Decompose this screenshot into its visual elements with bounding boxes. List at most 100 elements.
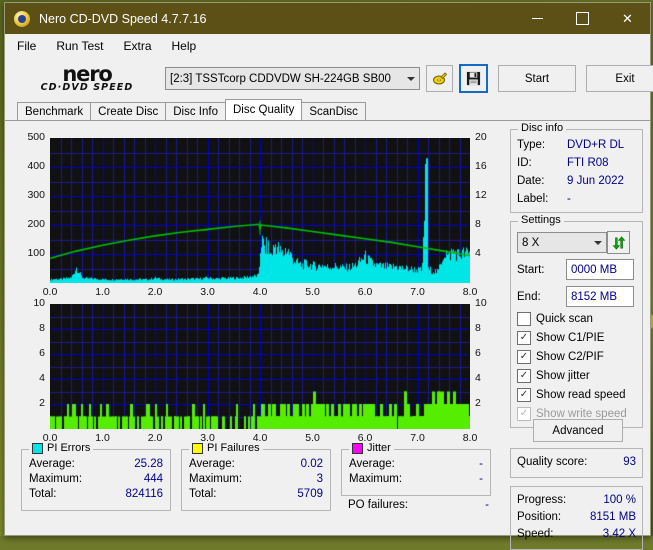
jitter-stats-box: Jitter Average: - Maximum: - xyxy=(341,442,491,496)
nero-main-window: Nero CD-DVD Speed 4.7.7.16 ✕ File Run Te… xyxy=(4,2,653,550)
y-tick-label-right: 2 xyxy=(475,397,481,409)
menu-file[interactable]: File xyxy=(17,39,36,53)
disc-date-value: 9 Jun 2022 xyxy=(567,175,624,187)
table-row: Total: 824116 xyxy=(29,488,163,500)
quality-score-box: Quality score: 93 xyxy=(510,448,643,478)
x-tick-label: 5.0 xyxy=(305,286,320,298)
checkbox-box: ✓ xyxy=(517,407,531,421)
maximize-button[interactable] xyxy=(560,3,605,34)
tab-disc-quality[interactable]: Disc Quality xyxy=(225,99,303,120)
pi-errors-total-value: 824116 xyxy=(125,488,163,500)
x-tick-label: 4.0 xyxy=(252,286,268,298)
y-tick-label-right: 12 xyxy=(475,189,487,201)
disc-date-label: Date: xyxy=(517,175,545,187)
jitter-maximum-label: Maximum: xyxy=(349,473,403,485)
exit-button[interactable]: Exit xyxy=(586,65,653,92)
quality-score-label: Quality score: xyxy=(517,456,588,468)
pi-errors-average-value: 25.28 xyxy=(134,458,163,470)
close-button[interactable]: ✕ xyxy=(605,3,650,34)
jitter-maximum-value: - xyxy=(479,473,483,485)
disc-type-value: DVD+R DL xyxy=(567,139,625,151)
y-tick-label: 4 xyxy=(39,372,45,384)
eject-disc-button[interactable] xyxy=(426,65,453,92)
x-tick-label: 8.0 xyxy=(462,432,478,444)
checkbox-label: Show C2/PIF xyxy=(536,351,604,363)
table-row: Total: 5709 xyxy=(189,488,323,500)
tab-benchmark[interactable]: Benchmark xyxy=(17,102,92,120)
tab-strip: Benchmark Create Disc Disc Info Disc Qua… xyxy=(17,99,650,120)
pi-failures-stats-title: PI Failures xyxy=(207,442,260,454)
table-row: Maximum: 3 xyxy=(189,473,323,485)
menu-run-test[interactable]: Run Test xyxy=(56,39,103,53)
pi-failures-maximum-value: 3 xyxy=(316,473,323,485)
y-tick-label-right: 8 xyxy=(475,218,481,230)
tab-scandisc[interactable]: ScanDisc xyxy=(301,102,366,120)
pi-failures-maximum-label: Maximum: xyxy=(189,473,243,485)
chevron-down-icon xyxy=(594,240,602,245)
advanced-button[interactable]: Advanced xyxy=(533,419,623,442)
x-tick-label: 7.0 xyxy=(410,432,425,444)
checkbox-show-c1-pie[interactable]: ✓ Show C1/PIE xyxy=(517,331,604,345)
content-area: 100 200 300 400 500 4 8 12 16 20 0.0 1.0 2.0 3.0 4.0… xyxy=(5,120,650,550)
tab-disc-info[interactable]: Disc Info xyxy=(165,102,226,120)
menu-help[interactable]: Help xyxy=(172,39,197,53)
pi-errors-canvas xyxy=(50,138,470,283)
checkbox-show-c2-pif[interactable]: ✓ Show C2/PIF xyxy=(517,350,604,364)
tab-create-disc[interactable]: Create Disc xyxy=(90,102,167,120)
checkbox-show-read-speed[interactable]: ✓ Show read speed xyxy=(517,388,626,402)
checkbox-box: ✓ xyxy=(517,388,531,402)
status-box: Progress: 100 % Position: 8151 MB Speed:… xyxy=(510,486,643,550)
jitter-stats-title: Jitter xyxy=(367,442,391,454)
y-tick-label-right: 20 xyxy=(475,131,487,143)
x-tick-label: 3.0 xyxy=(200,286,215,298)
y-tick-label: 2 xyxy=(39,397,45,409)
x-tick-label: 5.0 xyxy=(305,432,320,444)
y-tick-label: 300 xyxy=(27,189,45,201)
jitter-stats-caption: Jitter xyxy=(349,442,394,454)
checkbox-show-jitter[interactable]: ✓ Show jitter xyxy=(517,369,590,383)
checkbox-label: Show read speed xyxy=(536,389,626,401)
refresh-button[interactable] xyxy=(607,231,630,254)
position-value: 8151 MB xyxy=(589,511,636,523)
pi-failures-stats-box: PI Failures Average: 0.02 Maximum: 3 Tot… xyxy=(181,442,331,511)
start-mb-label: Start: xyxy=(517,264,545,276)
start-button[interactable]: Start xyxy=(498,65,576,92)
po-failures-value: - xyxy=(485,499,489,511)
window-title: Nero CD-DVD Speed 4.7.7.16 xyxy=(39,11,207,26)
drive-select[interactable]: [2:3] TSSTcorp CDDVDW SH-224GB SB00 xyxy=(165,67,420,90)
drive-select-value: [2:3] TSSTcorp CDDVDW SH-224GB SB00 xyxy=(170,72,391,85)
pi-errors-stats-title: PI Errors xyxy=(47,442,91,454)
checkbox-label: Show jitter xyxy=(536,370,590,382)
settings-caption: Settings xyxy=(518,214,564,226)
save-button[interactable] xyxy=(459,64,488,93)
speed-value: 3.42 X xyxy=(602,528,636,540)
table-row: Average: - xyxy=(349,458,483,470)
start-mb-input[interactable]: 0000 MB xyxy=(566,259,634,280)
pi-failures-color-swatch xyxy=(192,442,203,454)
pi-errors-maximum-label: Maximum: xyxy=(29,473,83,485)
pi-failures-total-value: 5709 xyxy=(297,488,323,500)
nero-logo: nero CD·DVD SPEED xyxy=(17,64,157,93)
checkbox-box: ✓ xyxy=(517,350,531,364)
y-tick-label: 6 xyxy=(39,347,45,359)
po-failures-row: PO failures: - xyxy=(348,499,489,511)
position-label: Position: xyxy=(517,511,562,523)
end-mb-input[interactable]: 8152 MB xyxy=(566,286,634,307)
y-tick-label-right: 6 xyxy=(475,347,481,359)
side-panel: Disc info Type: DVD+R DL ID: FTI R08 Dat… xyxy=(502,121,650,550)
x-tick-label: 2.0 xyxy=(147,286,163,298)
jitter-average-value: - xyxy=(479,458,483,470)
checkbox-quick-scan[interactable]: Quick scan xyxy=(517,312,593,326)
menu-extra[interactable]: Extra xyxy=(123,39,151,53)
refresh-arrows-icon xyxy=(612,235,625,250)
pi-errors-total-label: Total: xyxy=(29,488,57,500)
y-tick-label-right: 4 xyxy=(475,372,481,384)
minimize-button[interactable] xyxy=(515,3,560,34)
y-tick-label: 10 xyxy=(33,297,45,309)
y-tick-label: 8 xyxy=(39,322,45,334)
toolbar: nero CD·DVD SPEED [2:3] TSSTcorp CDDVDW … xyxy=(5,57,653,100)
table-row: Average: 0.02 xyxy=(189,458,323,470)
speed-select[interactable]: 8 X xyxy=(517,232,607,253)
jitter-color-swatch xyxy=(352,442,363,454)
pi-failures-canvas xyxy=(50,304,470,429)
